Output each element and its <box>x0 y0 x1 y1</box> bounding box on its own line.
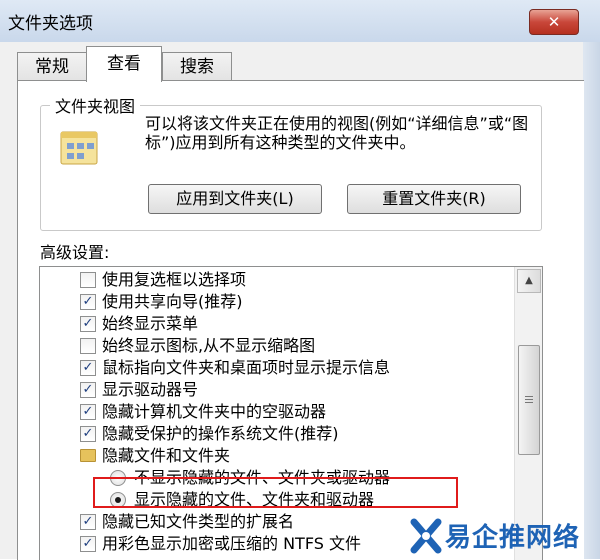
folder-views-description: 可以将该文件夹正在使用的视图(例如“详细信息”或“图标”)应用到所有这种类型的文… <box>145 114 529 152</box>
thumb-grip <box>525 399 533 400</box>
thumb-grip <box>525 402 533 403</box>
checkbox-checked[interactable]: ✓ <box>80 536 96 552</box>
list-item[interactable]: ✓ 使用共享向导(推荐) <box>40 291 510 313</box>
list-item[interactable]: ✓ 隐藏受保护的操作系统文件(推荐) <box>40 423 510 445</box>
checkbox-checked[interactable]: ✓ <box>80 514 96 530</box>
list-item-label: 始终显示菜单 <box>102 314 199 333</box>
list-item-label: 用彩色显示加密或压缩的 NTFS 文件 <box>102 534 361 553</box>
tab-search[interactable]: 搜索 <box>162 52 232 81</box>
tab-general[interactable]: 常规 <box>17 52 87 81</box>
tab-search-label: 搜索 <box>180 57 214 77</box>
list-item-label: 隐藏受保护的操作系统文件(推荐) <box>102 424 339 443</box>
thumb-grip <box>525 396 533 397</box>
apply-to-folders-label: 应用到文件夹(L) <box>176 189 294 208</box>
tab-view[interactable]: 查看 <box>86 46 162 82</box>
reset-folders-label: 重置文件夹(R) <box>382 189 486 208</box>
title-bar: 文件夹选项 ✕ <box>0 0 600 42</box>
watermark-text: 易企推网络 <box>445 523 581 553</box>
apply-to-folders-button[interactable]: 应用到文件夹(L) <box>148 184 322 214</box>
scroll-thumb[interactable] <box>518 345 540 455</box>
highlight-annotation <box>93 477 458 508</box>
advanced-settings-label: 高级设置: <box>40 243 110 262</box>
window-frame-right <box>583 42 600 559</box>
list-item[interactable]: ✓ 隐藏计算机文件夹中的空驱动器 <box>40 401 510 423</box>
list-item[interactable]: 始终显示图标,从不显示缩略图 <box>40 335 510 357</box>
tab-general-label: 常规 <box>35 57 69 77</box>
checkbox-checked[interactable]: ✓ <box>80 426 96 442</box>
reset-folders-button[interactable]: 重置文件夹(R) <box>347 184 521 214</box>
list-group-label: 隐藏文件和文件夹 <box>102 446 231 465</box>
checkbox[interactable] <box>80 338 96 354</box>
list-item[interactable]: ✓ 始终显示菜单 <box>40 313 510 335</box>
folder-icon <box>80 449 96 462</box>
list-item-label: 使用复选框以选择项 <box>102 270 247 289</box>
close-button[interactable]: ✕ <box>529 9 579 35</box>
checkbox-checked[interactable]: ✓ <box>80 360 96 376</box>
tab-view-label: 查看 <box>107 54 141 74</box>
window-title: 文件夹选项 <box>8 14 93 34</box>
list-item-label: 鼠标指向文件夹和桌面项时显示提示信息 <box>102 358 391 377</box>
list-item[interactable]: 使用复选框以选择项 <box>40 269 510 291</box>
list-item[interactable]: ✓ 鼠标指向文件夹和桌面项时显示提示信息 <box>40 357 510 379</box>
checkbox-checked[interactable]: ✓ <box>80 382 96 398</box>
list-group: 隐藏文件和文件夹 <box>40 445 510 467</box>
checkbox-checked[interactable]: ✓ <box>80 316 96 332</box>
list-item[interactable]: ✓ 显示驱动器号 <box>40 379 510 401</box>
list-item-label: 显示驱动器号 <box>102 380 199 399</box>
close-icon: ✕ <box>547 13 561 31</box>
checkbox-checked[interactable]: ✓ <box>80 294 96 310</box>
list-item-label: 使用共享向导(推荐) <box>102 292 243 311</box>
list-item-label: 隐藏计算机文件夹中的空驱动器 <box>102 402 327 421</box>
folder-views-title: 文件夹视图 <box>50 93 141 117</box>
folder-views-icon <box>60 131 98 165</box>
list-item-label: 隐藏已知文件类型的扩展名 <box>102 512 295 531</box>
list-item-label: 始终显示图标,从不显示缩略图 <box>102 336 316 355</box>
checkbox[interactable] <box>80 272 96 288</box>
scroll-up-button[interactable]: ▲ <box>517 269 541 293</box>
checkbox-checked[interactable]: ✓ <box>80 404 96 420</box>
